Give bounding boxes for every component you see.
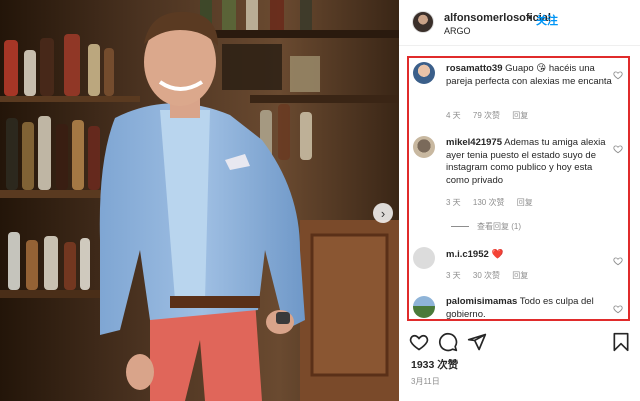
heart-icon[interactable] — [613, 304, 623, 314]
bookmark-icon[interactable] — [611, 332, 631, 352]
chevron-right-icon: › — [380, 205, 386, 221]
comment-avatar[interactable] — [413, 136, 435, 158]
header-separator: • — [528, 12, 532, 24]
post-header: alfonsomerlosoficial • 关注 ARGO — [399, 0, 640, 46]
view-replies-button[interactable]: 查看回复 (1) — [451, 221, 521, 232]
comment-username[interactable]: rosamatto39 — [446, 63, 503, 74]
bar-background-image — [0, 0, 399, 401]
comment-text: ❤️ — [491, 249, 504, 260]
comment-age[interactable]: 4 天 — [446, 111, 461, 120]
author-avatar[interactable] — [412, 11, 434, 33]
heart-icon[interactable] — [613, 144, 623, 154]
comment-likes[interactable]: 79 次赞 — [473, 111, 500, 120]
follow-button[interactable]: 关注 — [536, 12, 558, 28]
reply-button[interactable]: 回复 — [512, 271, 528, 280]
comment-likes[interactable]: 130 次赞 — [473, 198, 505, 207]
comment-username[interactable]: mikel421975 — [446, 137, 502, 148]
comment-avatar[interactable] — [413, 62, 435, 84]
next-photo-button[interactable]: › — [373, 203, 393, 223]
post-action-bar — [399, 329, 640, 355]
author-username[interactable]: alfonsomerlosoficial — [444, 12, 551, 24]
comment-age[interactable]: 3 天 — [446, 271, 461, 280]
heart-icon[interactable] — [409, 332, 429, 352]
post-side-panel: alfonsomerlosoficial • 关注 ARGO rosamatto… — [399, 0, 640, 401]
post-photo[interactable]: › — [0, 0, 399, 401]
heart-icon[interactable] — [613, 70, 623, 80]
post-date[interactable]: 3月11日 — [411, 376, 440, 387]
comment-avatar[interactable] — [413, 247, 435, 269]
reply-button[interactable]: 回复 — [517, 198, 533, 207]
likes-count[interactable]: 1933 次赞 — [411, 357, 458, 372]
reply-button[interactable]: 回复 — [512, 111, 528, 120]
comment-username[interactable]: m.i.c1952 — [446, 249, 489, 260]
post-location[interactable]: ARGO — [444, 26, 471, 36]
comment-avatar[interactable] — [413, 296, 435, 318]
view-replies-label: 查看回复 (1) — [477, 222, 521, 231]
replies-divider — [451, 226, 469, 228]
comments-list[interactable]: rosamatto39 Guapo 😘 hacéis una pareja pe… — [407, 56, 629, 320]
comment-likes[interactable]: 30 次赞 — [473, 271, 500, 280]
comment-username[interactable]: palomisimamas — [446, 296, 517, 307]
heart-icon[interactable] — [613, 256, 623, 266]
comment-age[interactable]: 3 天 — [446, 198, 461, 207]
comment-icon[interactable] — [438, 332, 458, 352]
paper-plane-icon[interactable] — [467, 332, 487, 352]
